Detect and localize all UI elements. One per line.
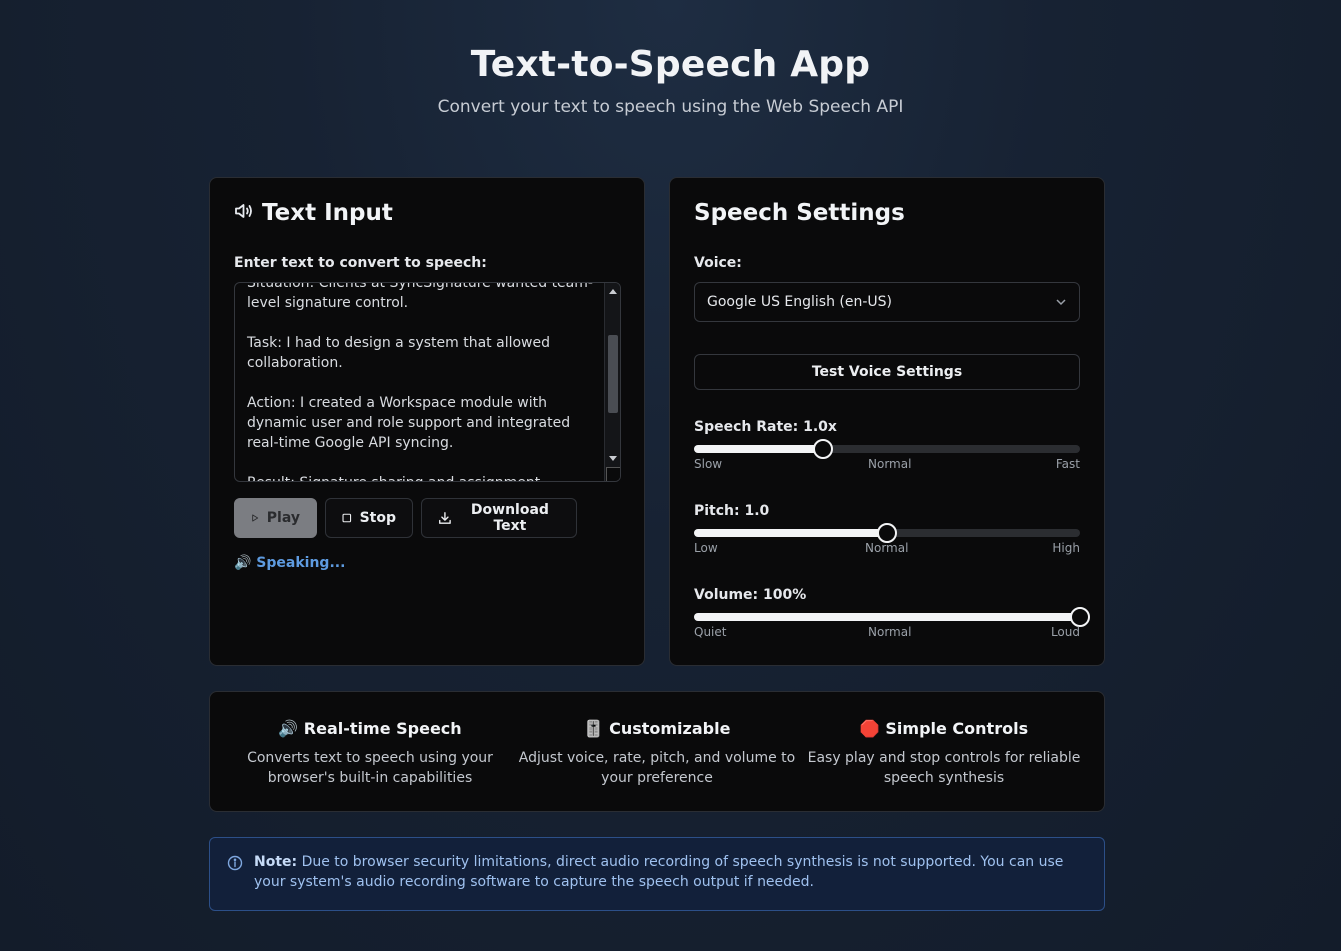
pitch-fill bbox=[694, 529, 887, 537]
voice-select[interactable]: Google US English (en-US) bbox=[694, 282, 1080, 322]
note-body: Due to browser security limitations, dir… bbox=[254, 854, 1064, 890]
speech-rate-control: Speech Rate: 1.0x Slow Normal Fast bbox=[694, 419, 1080, 471]
feature-description: Easy play and stop controls for reliable… bbox=[807, 750, 1081, 786]
feature-simple-controls: 🛑 Simple Controls Easy play and stop con… bbox=[804, 719, 1084, 788]
play-icon bbox=[252, 514, 259, 522]
pitch-thumb[interactable] bbox=[877, 523, 897, 543]
download-label: Download Text bbox=[470, 502, 549, 534]
features-panel: 🔊 Real-time Speech Converts text to spee… bbox=[209, 691, 1105, 812]
voice-label: Voice: bbox=[694, 255, 742, 271]
volume-thumb[interactable] bbox=[1070, 607, 1090, 627]
play-label: Play bbox=[266, 510, 300, 526]
pitch-tick-normal: Normal bbox=[865, 541, 909, 555]
speech-rate-label: Speech Rate: 1.0x bbox=[694, 419, 837, 435]
page-header: Text-to-Speech App Convert your text to … bbox=[0, 44, 1341, 117]
volume-control: Volume: 100% Quiet Normal Loud bbox=[694, 587, 1090, 639]
scroll-up-arrow-icon[interactable] bbox=[609, 289, 617, 294]
pitch-control: Pitch: 1.0 Low Normal High bbox=[694, 503, 1080, 555]
scroll-thumb[interactable] bbox=[608, 335, 618, 413]
info-icon bbox=[227, 855, 243, 875]
test-voice-settings-button[interactable]: Test Voice Settings bbox=[694, 354, 1080, 390]
note-label: Note: bbox=[254, 854, 298, 870]
pitch-label: Pitch: 1.0 bbox=[694, 503, 770, 519]
feature-description: Converts text to speech using your brows… bbox=[247, 750, 493, 786]
playback-controls: Play Stop Download Text bbox=[234, 498, 577, 538]
feature-customizable: 🎚️ Customizable Adjust voice, rate, pitc… bbox=[517, 719, 797, 788]
pitch-tick-low: Low bbox=[694, 541, 718, 555]
rate-tick-slow: Slow bbox=[694, 457, 723, 471]
stop-icon bbox=[342, 513, 352, 523]
feature-realtime-speech: 🔊 Real-time Speech Converts text to spee… bbox=[230, 719, 510, 788]
volume-ticks: Quiet Normal Loud bbox=[694, 625, 1080, 639]
rate-tick-normal: Normal bbox=[868, 457, 912, 471]
speech-rate-ticks: Slow Normal Fast bbox=[694, 457, 1080, 471]
speech-rate-fill bbox=[694, 445, 823, 453]
text-area-scrollbar[interactable] bbox=[604, 283, 620, 481]
pitch-ticks: Low Normal High bbox=[694, 541, 1080, 555]
speech-settings-panel: Speech Settings Voice: Google US English… bbox=[669, 177, 1105, 666]
pitch-tick-high: High bbox=[1052, 541, 1080, 555]
note-text: Note: Due to browser security limitation… bbox=[254, 852, 1084, 892]
volume-fill bbox=[694, 613, 1080, 621]
speech-rate-slider[interactable] bbox=[694, 439, 1080, 459]
speech-settings-title: Speech Settings bbox=[694, 200, 905, 226]
volume-tick-normal: Normal bbox=[868, 625, 912, 639]
speaking-status: 🔊 Speaking... bbox=[234, 555, 346, 571]
text-input-title: Text Input bbox=[262, 200, 393, 226]
chevron-down-icon bbox=[1056, 299, 1066, 306]
voice-select-value: Google US English (en-US) bbox=[707, 294, 893, 310]
page-subtitle: Convert your text to speech using the We… bbox=[437, 97, 904, 117]
text-input-label: Enter text to convert to speech: bbox=[234, 255, 487, 271]
speech-text-area[interactable]: Situation: Clients at SyncSignature want… bbox=[234, 282, 621, 482]
volume-tick-loud: Loud bbox=[1050, 625, 1080, 639]
stop-label: Stop bbox=[359, 510, 396, 526]
info-note: Note: Due to browser security limitation… bbox=[209, 837, 1105, 911]
volume-label: Volume: 100% bbox=[694, 587, 807, 603]
page-title: Text-to-Speech App bbox=[470, 44, 871, 85]
feature-description: Adjust voice, rate, pitch, and volume to… bbox=[518, 750, 796, 786]
volume-slider[interactable] bbox=[694, 607, 1090, 627]
download-icon bbox=[439, 512, 451, 524]
download-text-button[interactable]: Download Text bbox=[421, 498, 577, 538]
resize-handle[interactable] bbox=[606, 467, 620, 481]
rate-tick-fast: Fast bbox=[1055, 457, 1080, 471]
speech-text-content[interactable]: Situation: Clients at SyncSignature want… bbox=[247, 283, 597, 481]
stop-button[interactable]: Stop bbox=[325, 498, 413, 538]
feature-title: 🎚️ Customizable bbox=[583, 719, 731, 738]
text-input-heading: Text Input bbox=[234, 200, 393, 226]
feature-title: 🛑 Simple Controls bbox=[859, 719, 1029, 738]
scroll-down-arrow-icon[interactable] bbox=[609, 456, 617, 461]
volume-tick-quiet: Quiet bbox=[694, 625, 727, 639]
play-button[interactable]: Play bbox=[234, 498, 317, 538]
feature-title: 🔊 Real-time Speech bbox=[278, 719, 462, 738]
speaker-icon bbox=[234, 200, 254, 226]
pitch-slider[interactable] bbox=[694, 523, 1080, 543]
text-input-panel: Text Input Enter text to convert to spee… bbox=[209, 177, 645, 666]
speech-rate-thumb[interactable] bbox=[812, 439, 833, 459]
